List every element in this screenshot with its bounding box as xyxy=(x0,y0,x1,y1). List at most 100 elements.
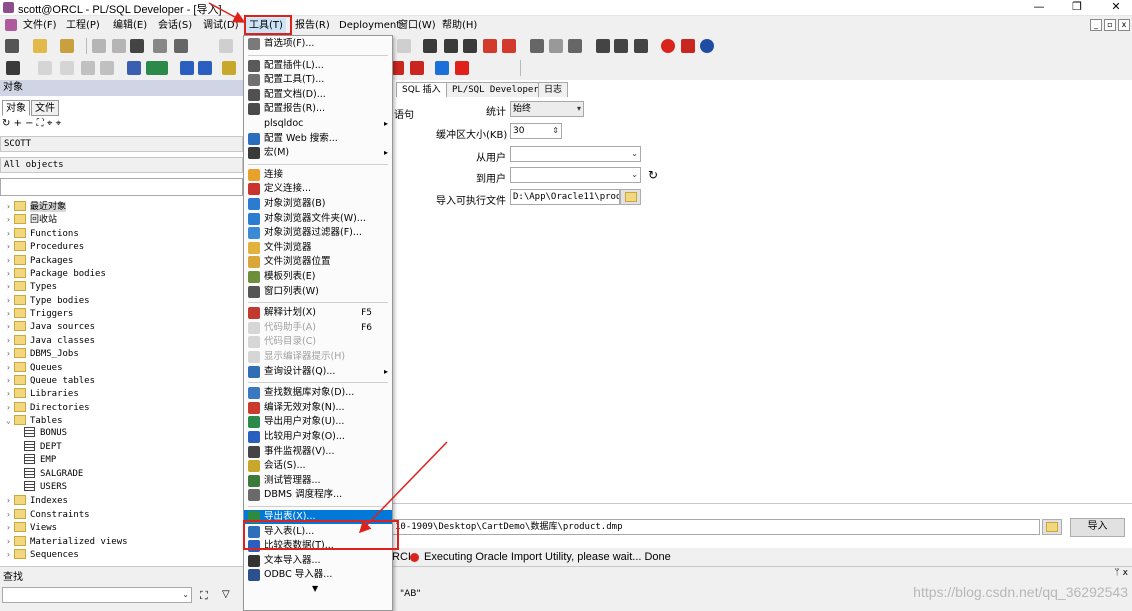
tree-folder-item[interactable]: › Type bodies xyxy=(6,294,90,307)
tab-log[interactable]: 日志 xyxy=(538,82,569,97)
print-preview-icon[interactable] xyxy=(153,39,167,53)
undo-icon[interactable] xyxy=(219,39,233,53)
menu-deployment[interactable]: Deployment xyxy=(336,18,403,33)
menu-scroll-down-icon[interactable]: ▼ xyxy=(312,584,318,593)
indent-icon[interactable] xyxy=(423,39,437,53)
csv-icon[interactable] xyxy=(146,61,168,75)
chevron-right-icon[interactable]: › xyxy=(6,548,14,561)
print-icon[interactable] xyxy=(130,39,144,53)
menu-edit[interactable]: 编辑(E) xyxy=(110,18,150,33)
chevron-right-icon[interactable]: › xyxy=(6,280,14,293)
chevron-right-icon[interactable]: › xyxy=(6,213,14,226)
tree-folder-item[interactable]: › 最近对象 xyxy=(6,200,67,213)
chevron-right-icon[interactable]: › xyxy=(6,535,14,548)
object-search-input[interactable] xyxy=(0,178,243,196)
tools-menu-item[interactable]: 首选项(F)... xyxy=(244,37,392,51)
chevron-right-icon[interactable]: › xyxy=(6,361,14,374)
user-select[interactable]: SCOTT xyxy=(0,136,243,152)
tree-folder-item[interactable]: › Materialized views xyxy=(6,535,128,548)
commit-icon[interactable] xyxy=(81,61,95,75)
tools-menu-item[interactable]: 查找数据库对象(D)... xyxy=(244,386,392,400)
tree-folder-item[interactable]: › DBMS_Jobs xyxy=(6,347,79,360)
chevron-right-icon[interactable]: › xyxy=(6,200,14,213)
tree-table-item[interactable]: USERS xyxy=(24,480,67,494)
tab-objects[interactable]: 对象 xyxy=(2,100,30,116)
find-options[interactable]: "AB" xyxy=(400,589,421,599)
tools-menu-item[interactable]: 文本导入器... xyxy=(244,554,392,568)
chevron-right-icon[interactable]: › xyxy=(6,267,14,280)
tree-folder-item[interactable]: › Directories xyxy=(6,401,90,414)
tools-menu-item[interactable]: 对象浏览器文件夹(W)... xyxy=(244,212,392,226)
session-icon[interactable] xyxy=(222,61,236,75)
tree-folder-item[interactable]: › Java classes xyxy=(6,334,95,347)
find-panel-pin[interactable]: ᛘ x xyxy=(1114,568,1128,578)
exec-path-input[interactable]: D:\App\Oracle11\produ xyxy=(510,189,620,205)
save-all-icon[interactable] xyxy=(112,39,126,53)
tree-folder-item[interactable]: › 回收站 xyxy=(6,213,57,226)
oracle-icon[interactable] xyxy=(661,39,675,53)
tree-table-item[interactable]: DEPT xyxy=(24,440,62,454)
menu-file[interactable]: 文件(F) xyxy=(20,18,60,33)
tools-menu-item[interactable]: 会话(S)... xyxy=(244,459,392,473)
chevron-right-icon[interactable]: › xyxy=(6,294,14,307)
binoculars-icon[interactable]: ⛶ xyxy=(200,589,208,603)
window-list-icon[interactable] xyxy=(596,39,610,53)
tab-sql-insert[interactable]: SQL 插入 xyxy=(396,82,447,97)
tools-menu-item[interactable]: 配置文档(D)... xyxy=(244,88,392,102)
key-icon[interactable] xyxy=(6,61,20,75)
tools-menu-item[interactable]: 配置报告(R)... xyxy=(244,102,392,116)
tree-folder-item[interactable]: › Libraries xyxy=(6,387,79,400)
tools-menu-item[interactable]: 文件浏览器 xyxy=(244,241,392,255)
replace-icon[interactable] xyxy=(568,39,582,53)
chevron-right-icon[interactable]: › xyxy=(6,508,14,521)
object-browser-toolbar[interactable]: ↻ + − ⛶ ⌖ ⌖ xyxy=(2,118,61,129)
import-icon[interactable] xyxy=(410,61,424,75)
menu-help[interactable]: 帮助(H) xyxy=(439,18,480,33)
tools-menu-item[interactable]: 测试管理器... xyxy=(244,474,392,488)
stats-select[interactable]: 始终 ▾ xyxy=(510,101,584,117)
chevron-right-icon[interactable]: › xyxy=(6,347,14,360)
tools-menu-item[interactable]: 文件浏览器位置 xyxy=(244,255,392,269)
tools-menu-item[interactable]: 配置插件(L)... xyxy=(244,59,392,73)
tab-files[interactable]: 文件 xyxy=(31,100,59,116)
chevron-right-icon[interactable]: › xyxy=(6,320,14,333)
tree-folder-item[interactable]: › Constraints xyxy=(6,508,90,521)
menu-project[interactable]: 工程(P) xyxy=(63,18,103,33)
filter-select[interactable]: All objects xyxy=(0,157,243,173)
tools-menu-item[interactable]: 配置 Web 搜索... xyxy=(244,132,392,146)
file-browse-button[interactable] xyxy=(1042,519,1062,535)
from-user-select[interactable]: ⌄ xyxy=(510,146,641,162)
arrow-right-red-icon[interactable] xyxy=(455,61,469,75)
tree-folder-item[interactable]: › Packages xyxy=(6,254,73,267)
new-icon[interactable] xyxy=(5,39,19,53)
info-icon[interactable] xyxy=(700,39,714,53)
tree-folder-item[interactable]: › Triggers xyxy=(6,307,73,320)
tools-menu-item[interactable]: 对象浏览器过滤器(F)... xyxy=(244,226,392,240)
menu-reports[interactable]: 报告(R) xyxy=(292,18,333,33)
tools-menu-item[interactable]: 对象浏览器(B) xyxy=(244,197,392,211)
tree-folder-item[interactable]: › Queues xyxy=(6,361,63,374)
to-user-select[interactable]: ⌄ xyxy=(510,167,641,183)
exec-browse-button[interactable] xyxy=(620,189,641,205)
spinner-icon[interactable]: ⇕ xyxy=(552,124,559,138)
tree-folder-item[interactable]: › Java sources xyxy=(6,320,95,333)
import-button[interactable]: 导入 xyxy=(1070,518,1125,537)
disconnect-icon[interactable] xyxy=(198,61,212,75)
tools-menu-item[interactable]: plsqldoc ▸ xyxy=(244,117,392,131)
tree-table-item[interactable]: EMP xyxy=(24,454,56,467)
close-button[interactable]: ✕ xyxy=(1103,0,1129,15)
restore-button[interactable]: ❐ xyxy=(1064,0,1090,15)
tools-menu-item[interactable]: 事件监视器(V)... xyxy=(244,445,392,459)
mdi-restore-button[interactable]: ▫ xyxy=(1104,19,1116,31)
tools-menu-item[interactable]: 导出用户对象(U)... xyxy=(244,415,392,429)
comment-icon[interactable] xyxy=(463,39,477,53)
tools-menu-item[interactable]: ODBC 导入器... xyxy=(244,568,392,582)
chevron-right-icon[interactable]: › xyxy=(6,387,14,400)
chevron-right-icon[interactable]: › xyxy=(6,401,14,414)
find-icon[interactable] xyxy=(530,39,544,53)
db-icon[interactable] xyxy=(127,61,141,75)
chevron-right-icon[interactable]: › xyxy=(6,521,14,534)
chevron-right-icon[interactable]: › xyxy=(6,494,14,507)
format-icon[interactable] xyxy=(397,39,411,53)
open-folder-icon[interactable] xyxy=(60,39,74,53)
